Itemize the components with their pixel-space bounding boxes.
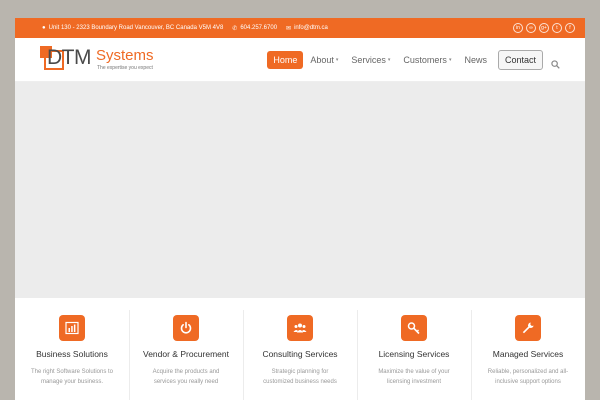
chevron-down-icon: ▾ xyxy=(387,57,391,63)
bar-chart-icon xyxy=(59,315,85,341)
google-plus-icon[interactable]: g+ xyxy=(539,23,549,33)
nav-label: Home xyxy=(273,55,298,65)
phone-info[interactable]: ✆ 604.257.6700 xyxy=(232,25,277,32)
nav-label: Customers xyxy=(403,55,447,65)
feature-managed-services[interactable]: Managed Services Reliable, personalized … xyxy=(471,298,585,400)
address-info: ● Unit 130 - 2323 Boundary Road Vancouve… xyxy=(42,25,223,31)
feature-title: Licensing Services xyxy=(378,349,450,359)
features-section: Business Solutions The right Software So… xyxy=(15,298,585,400)
feature-description: The right Software Solutions to manage y… xyxy=(30,369,114,385)
email-info[interactable]: ✉ info@dtm.ca xyxy=(286,25,328,32)
feature-title: Managed Services xyxy=(492,349,564,359)
logo-tagline: The expertise you expect xyxy=(97,65,153,71)
logo-name-suffix: Systems xyxy=(96,47,154,64)
nav-item-news[interactable]: News xyxy=(458,51,493,69)
feature-description: Strategic planning for customized busine… xyxy=(263,369,337,385)
social-links: in ∞ g+ t f xyxy=(513,23,575,33)
feature-business-solutions[interactable]: Business Solutions The right Software So… xyxy=(15,298,129,400)
envelope-icon: ✉ xyxy=(286,25,292,32)
linkedin-icon[interactable]: in xyxy=(513,23,523,33)
site-logo[interactable]: DTM Systems The expertise you expect xyxy=(40,44,160,76)
feature-description: Acquire the products and services you re… xyxy=(152,369,220,385)
feature-licensing-services[interactable]: Licensing Services Maximize the value of… xyxy=(357,298,471,400)
power-icon xyxy=(173,315,199,341)
address-text: Unit 130 - 2323 Boundary Road Vancouver,… xyxy=(48,25,224,31)
nav-item-customers[interactable]: Customers ▾ xyxy=(397,51,457,69)
rss-icon[interactable]: ∞ xyxy=(526,23,536,33)
nav-item-services[interactable]: Services ▾ xyxy=(345,51,396,69)
feature-consulting-services[interactable]: Consulting Services Strategic planning f… xyxy=(243,298,357,400)
nav-item-contact[interactable]: Contact xyxy=(497,50,543,70)
nav-label: Contact xyxy=(504,55,536,65)
main-nav: Home About ▾ Services ▾ Customers ▾ News… xyxy=(266,50,560,70)
wrench-icon xyxy=(515,315,541,341)
phone-text[interactable]: 604.257.6700 xyxy=(240,25,277,31)
chevron-down-icon: ▾ xyxy=(448,57,452,63)
users-icon xyxy=(287,315,313,341)
search-icon[interactable] xyxy=(551,56,560,69)
map-marker-icon: ● xyxy=(42,25,46,31)
page: ● Unit 130 - 2323 Boundary Road Vancouve… xyxy=(15,18,585,400)
feature-vendor-procurement[interactable]: Vendor & Procurement Acquire the product… xyxy=(129,298,243,400)
logo-name: DTM xyxy=(47,46,92,69)
nav-item-about[interactable]: About ▾ xyxy=(304,51,344,69)
nav-label: About xyxy=(310,55,334,65)
feature-title: Vendor & Procurement xyxy=(143,349,229,359)
nav-label: Services xyxy=(351,55,386,65)
facebook-icon[interactable]: f xyxy=(565,23,575,33)
nav-item-home[interactable]: Home xyxy=(267,51,304,69)
feature-title: Consulting Services xyxy=(262,349,338,359)
email-text[interactable]: info@dtm.ca xyxy=(294,25,328,31)
hero-slider xyxy=(15,82,585,298)
chevron-down-icon: ▾ xyxy=(335,57,339,63)
nav-label: News xyxy=(464,55,487,65)
site-header: DTM Systems The expertise you expect Hom… xyxy=(15,38,585,82)
twitter-icon[interactable]: t xyxy=(552,23,562,33)
feature-description: Maximize the value of your licensing inv… xyxy=(378,369,450,385)
top-bar: ● Unit 130 - 2323 Boundary Road Vancouve… xyxy=(15,18,585,38)
phone-icon: ✆ xyxy=(232,25,238,32)
feature-title: Business Solutions xyxy=(36,349,108,359)
key-icon xyxy=(401,315,427,341)
feature-description: Reliable, personalized and all-inclusive… xyxy=(487,369,569,385)
